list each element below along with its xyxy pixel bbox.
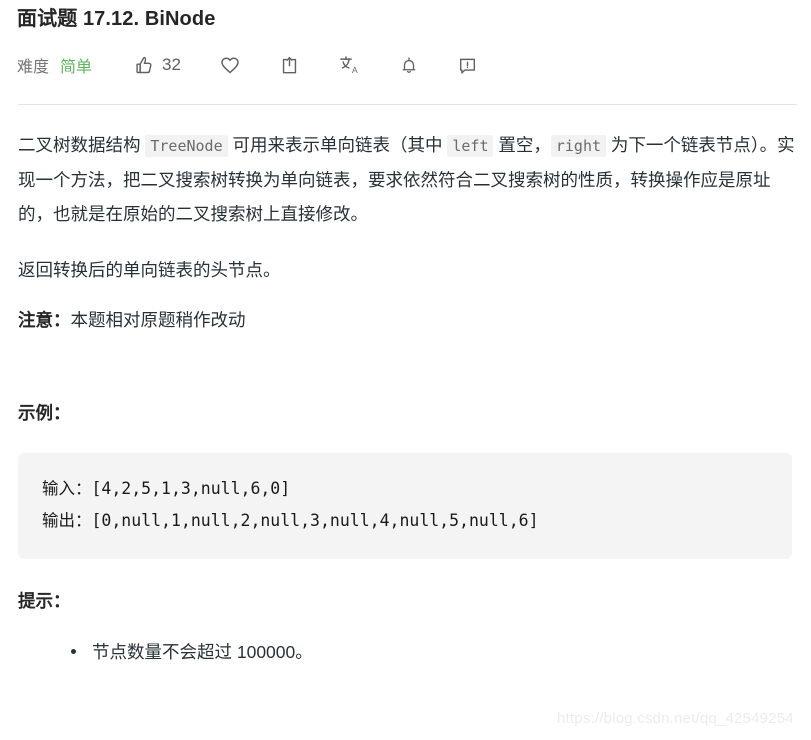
example-output-line: 输出：[0,null,1,null,2,null,3,null,4,null,5… xyxy=(42,505,768,537)
inline-code-right: right xyxy=(550,135,607,157)
example-input-value: [4,2,5,1,3,null,6,0] xyxy=(91,479,291,498)
bell-icon xyxy=(399,55,419,76)
inline-code-treenode: TreeNode xyxy=(145,135,228,157)
like-count: 32 xyxy=(162,55,181,74)
note-label: 注意： xyxy=(18,310,71,330)
problem-page: 面试题 17.12. BiNode 难度 简单 32 A 二叉树数据结构 Tre… xyxy=(0,0,811,740)
problem-description: 二叉树数据结构 TreeNode 可用来表示单向链表（其中 left 置空， ri… xyxy=(18,128,797,667)
bullet-icon xyxy=(71,649,76,654)
difficulty-value: 简单 xyxy=(60,59,93,76)
desc-text-1: 二叉树数据结构 xyxy=(18,135,146,155)
desc-text-3: 置空， xyxy=(493,135,551,155)
description-paragraph-2: 返回转换后的单向链表的头节点。 xyxy=(18,260,281,280)
thumbs-up-icon xyxy=(134,55,155,76)
note-text: 本题相对原题稍作改动 xyxy=(70,310,246,330)
example-output-label: 输出： xyxy=(42,511,92,530)
share-button[interactable] xyxy=(279,55,300,76)
hints-heading: 提示： xyxy=(18,591,71,611)
description-note: 注意：本题相对原题稍作改动 xyxy=(18,303,797,337)
description-paragraph-1: 二叉树数据结构 TreeNode 可用来表示单向链表（其中 left 置空， ri… xyxy=(18,128,796,231)
inline-code-left: left xyxy=(447,135,494,157)
favorite-button[interactable] xyxy=(219,54,241,76)
translate-button[interactable]: A xyxy=(338,54,361,76)
example-input-line: 输入：[4,2,5,1,3,null,6,0] xyxy=(42,473,768,505)
example-input-label: 输入： xyxy=(42,479,92,498)
report-icon xyxy=(457,55,478,76)
hint-text: 节点数量不会超过 100000。 xyxy=(92,642,313,662)
notification-button[interactable] xyxy=(399,55,419,76)
like-button[interactable]: 32 xyxy=(134,55,181,76)
example-code-block: 输入：[4,2,5,1,3,null,6,0] 输出：[0,null,1,nul… xyxy=(18,453,792,559)
example-output-value: [0,null,1,null,2,null,3,null,4,null,5,nu… xyxy=(91,511,539,530)
example-heading: 示例： xyxy=(18,403,71,423)
page-title: 面试题 17.12. BiNode xyxy=(17,8,216,30)
problem-meta-bar: 难度 简单 32 A xyxy=(17,48,478,82)
list-item: 节点数量不会超过 100000。 xyxy=(18,637,797,667)
hints-list: 节点数量不会超过 100000。 xyxy=(18,637,797,667)
report-button[interactable] xyxy=(457,55,478,76)
desc-text-2: 可用来表示单向链表（其中 xyxy=(227,135,448,155)
difficulty-label: 难度 xyxy=(17,59,50,76)
header-divider xyxy=(18,104,797,105)
share-icon xyxy=(279,55,300,76)
translate-icon: A xyxy=(338,54,361,76)
svg-text:A: A xyxy=(352,65,358,75)
heart-icon xyxy=(219,54,241,76)
watermark: https://blog.csdn.net/qq_42549254 xyxy=(557,710,794,727)
